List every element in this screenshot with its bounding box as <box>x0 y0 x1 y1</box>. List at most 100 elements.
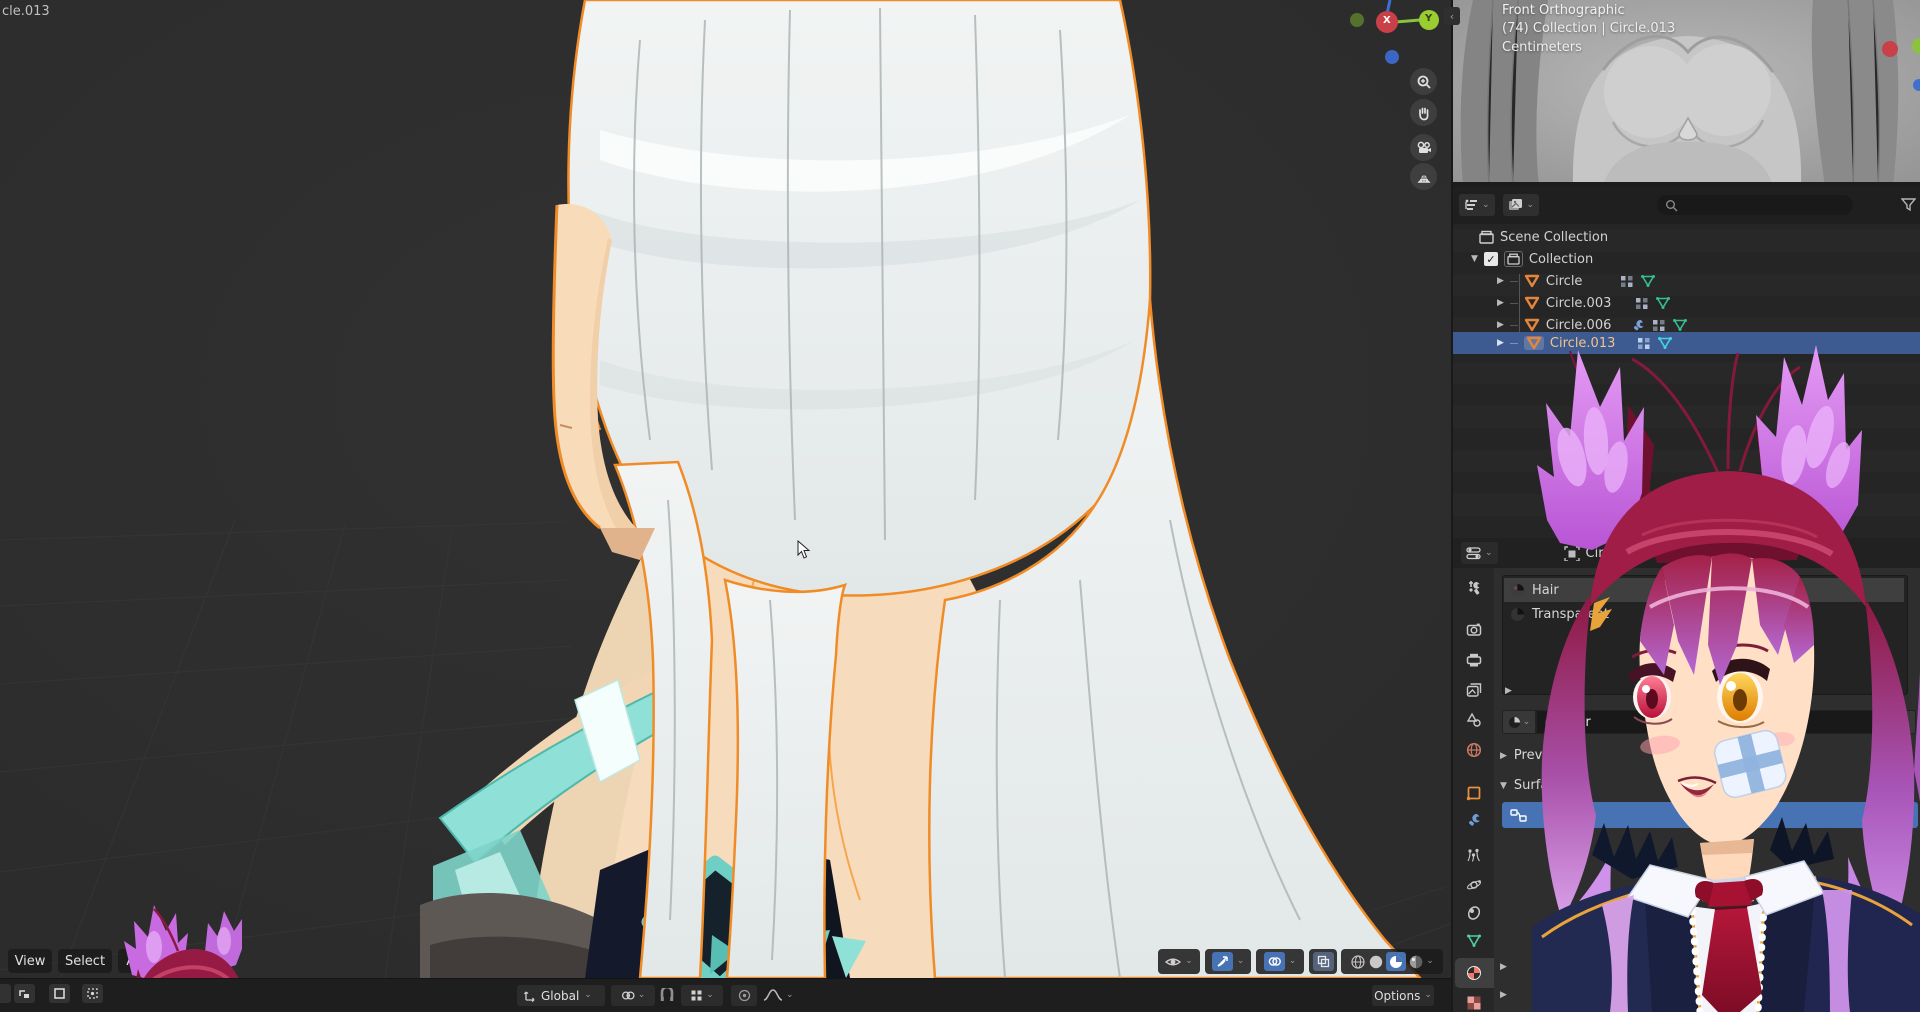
pivot-icon <box>621 991 635 1000</box>
mesh-data-grid-icon <box>1653 319 1665 331</box>
grid-icon[interactable] <box>1410 163 1437 190</box>
pan-hand-icon[interactable] <box>1410 99 1437 126</box>
outliner-row-scene-collection[interactable]: Scene Collection <box>1479 226 1608 248</box>
tab-material-icon[interactable] <box>1466 965 1482 981</box>
snap-target-dropdown[interactable]: ⌄ <box>681 985 723 1006</box>
shading-material-icon[interactable] <box>1386 952 1407 971</box>
orientation-label: Global <box>541 988 580 1003</box>
orientation-axes-icon <box>523 991 535 1002</box>
navigation-gizmo[interactable]: X Y <box>1340 0 1450 72</box>
outliner-row-object[interactable]: ▶ Circle.003 <box>1497 292 1671 314</box>
object-expand-icon[interactable]: ▶ <box>1497 298 1504 308</box>
preview-view-label: Front Orthographic <box>1502 3 1625 18</box>
viewport-scene <box>0 0 1451 978</box>
tab-constraints-icon[interactable] <box>1466 905 1482 921</box>
mouse-cursor <box>797 540 811 559</box>
preview-viewport[interactable]: Front Orthographic (74) Collection | Cir… <box>1453 0 1920 186</box>
preview-expand-icon: ▶ <box>1500 750 1507 761</box>
panel-expand-icon[interactable]: ▶ <box>1500 990 1507 1000</box>
tab-world-icon[interactable] <box>1466 742 1482 758</box>
tab-texture-icon[interactable] <box>1466 995 1482 1011</box>
object-expand-icon[interactable]: ▶ <box>1497 276 1504 286</box>
menu-view[interactable]: View <box>8 949 52 973</box>
viewport-3d[interactable]: cle.013 X Y View Select ⌄ ⌄ ⌄ ⌄ <box>0 0 1451 978</box>
right-panel: Front Orthographic (74) Collection | Cir… <box>1444 0 1920 1012</box>
eye-icon <box>1165 958 1182 965</box>
use-nodes-icon <box>1510 808 1527 822</box>
mesh-data-grid-icon <box>1636 297 1648 309</box>
snap-magnet-icon[interactable] <box>659 988 675 1003</box>
scene-collection-icon <box>1479 230 1494 244</box>
tab-output-icon[interactable] <box>1466 652 1482 668</box>
object-expand-icon[interactable]: ▶ <box>1497 320 1504 330</box>
shading-solid-icon <box>1370 955 1383 968</box>
select-mode-extend[interactable] <box>14 984 35 1003</box>
zoom-icon[interactable] <box>1410 68 1437 95</box>
object-expand-icon[interactable]: ▶ <box>1497 338 1504 348</box>
mesh-object-icon <box>1524 274 1540 288</box>
select-mode-invert[interactable] <box>82 984 103 1003</box>
panel-expand-icon[interactable]: ▶ <box>1500 962 1507 972</box>
outliner-display-mode-button[interactable]: ⌄ <box>1502 194 1540 216</box>
mesh-data-grid-icon <box>1621 275 1633 287</box>
tab-particles-icon[interactable] <box>1466 847 1482 863</box>
gizmo-visibility-toggle[interactable]: ⌄ <box>1158 949 1200 974</box>
viewport-header-bar: Global ⌄ ⌄ ⌄ ⌄ Options ⌄ <box>0 978 1451 1012</box>
outliner-editor-icon <box>1465 199 1477 210</box>
filter-icon[interactable] <box>1901 198 1916 212</box>
slots-specials-expand-icon[interactable]: ▶ <box>1505 686 1512 696</box>
outliner-search-field[interactable] <box>1657 195 1854 215</box>
properties-editor-type-button[interactable]: ⌄ <box>1461 542 1498 564</box>
xray-icon <box>1312 952 1334 971</box>
options-button[interactable]: Options ⌄ <box>1372 985 1434 1006</box>
select-mode-subtract[interactable] <box>49 984 70 1003</box>
collection-label: Collection <box>1528 251 1594 267</box>
collection-checkbox[interactable]: ✓ <box>1483 252 1498 266</box>
tab-modifiers-icon[interactable] <box>1466 812 1482 828</box>
shading-wireframe-icon <box>1351 954 1365 969</box>
material-icon <box>1511 607 1524 621</box>
xray-toggle[interactable] <box>1309 949 1337 974</box>
select-mode-new[interactable] <box>0 984 11 1003</box>
object-label: Circle <box>1545 273 1583 289</box>
modifier-wrench-icon <box>1634 319 1644 331</box>
pivot-point-dropdown[interactable]: ⌄ <box>611 985 655 1006</box>
tab-render-icon[interactable] <box>1466 622 1482 638</box>
tab-object-icon[interactable] <box>1466 785 1482 801</box>
pane-collapse-tab[interactable]: ‹ <box>1444 7 1460 25</box>
overlays-icon <box>1263 952 1285 971</box>
outliner-editor-type-button[interactable]: ⌄ <box>1459 194 1495 216</box>
mesh-object-icon <box>1524 318 1540 332</box>
proportional-editing-toggle[interactable] <box>731 985 757 1006</box>
tab-data-icon[interactable] <box>1466 933 1482 949</box>
axis-x-label: X <box>1383 15 1391 26</box>
mesh-object-icon <box>1524 296 1540 310</box>
shading-mode-group[interactable]: ⌄ <box>1341 949 1443 974</box>
tab-scene-icon[interactable] <box>1466 712 1482 728</box>
preview-axis-x-ball <box>1882 41 1898 57</box>
object-label: Circle.006 <box>1545 317 1612 333</box>
mini-avatar <box>124 905 242 978</box>
collection-icon <box>1503 251 1523 267</box>
collection-expand-icon[interactable]: ▼ <box>1471 254 1478 264</box>
menu-select-label: Select <box>64 953 106 969</box>
tab-view-layer-icon[interactable] <box>1466 682 1482 698</box>
gizmos-toggle[interactable]: ⌄ <box>1205 949 1251 974</box>
falloff-curve-icon[interactable] <box>763 988 783 1002</box>
tab-physics-icon[interactable] <box>1466 877 1482 893</box>
mesh-data-icon <box>1673 319 1688 331</box>
options-label: Options <box>1374 988 1421 1003</box>
material-browse-button[interactable]: ⌄ <box>1502 710 1536 734</box>
preview-collection-label: (74) Collection | Circle.013 <box>1502 21 1676 36</box>
overlays-toggle[interactable]: ⌄ <box>1256 949 1304 974</box>
scene-collection-label: Scene Collection <box>1500 229 1609 245</box>
transform-orientation-dropdown[interactable]: Global ⌄ <box>517 985 605 1006</box>
outliner-row-object[interactable]: ▶ Circle <box>1497 270 1656 292</box>
camera-icon[interactable] <box>1410 134 1437 161</box>
mesh-data-icon <box>1641 275 1656 287</box>
shading-rendered-icon <box>1410 955 1423 968</box>
tab-tool-icon[interactable] <box>1466 580 1482 596</box>
menu-select[interactable]: Select <box>58 949 112 973</box>
material-browse-icon <box>1508 716 1520 728</box>
outliner-row-collection[interactable]: ▼ ✓ Collection <box>1471 248 1593 270</box>
